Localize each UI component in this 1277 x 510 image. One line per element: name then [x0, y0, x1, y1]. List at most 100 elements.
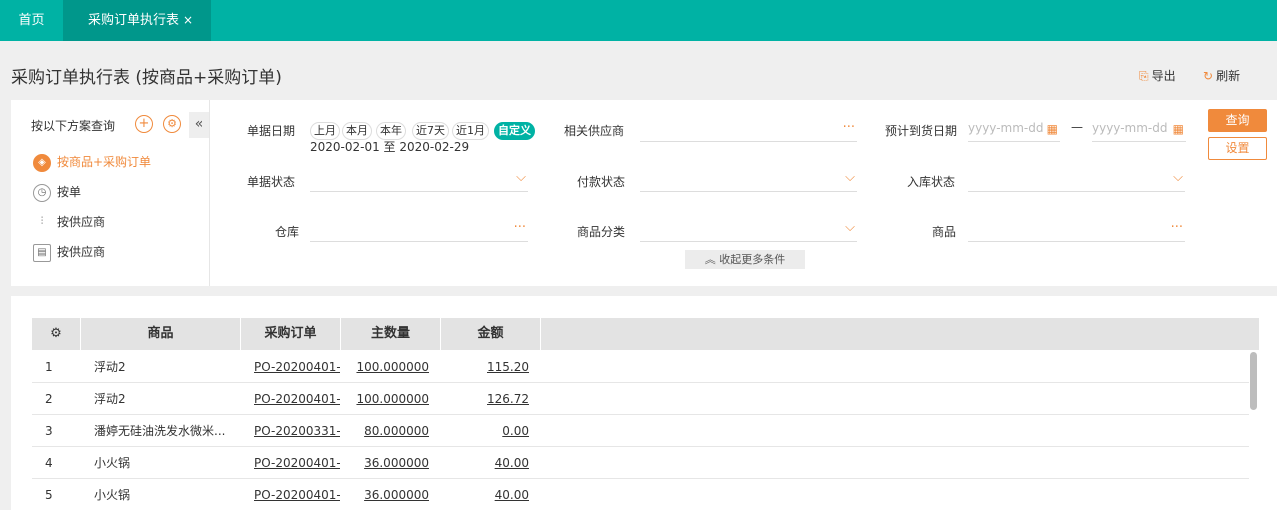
qty-link[interactable]: 80.000000	[341, 415, 429, 447]
add-scheme-icon[interactable]: +	[135, 115, 153, 133]
scheme-sidebar: 按以下方案查询 + ⚙ « ◈ 按商品+采购订单 ◷ 按单 ⫶ 按供应商 ▤ 按供应商	[11, 100, 210, 286]
doc-status-select[interactable]: ⌵	[310, 168, 528, 192]
category-select[interactable]: ⌵	[640, 218, 857, 242]
collapse-conditions-label: 收起更多条件	[719, 253, 786, 266]
export-label: 导出	[1151, 69, 1176, 83]
expected-date-end-input[interactable]: yyyy-mm-dd ▦	[1092, 118, 1186, 142]
expected-date-start-input[interactable]: yyyy-mm-dd ▦	[968, 118, 1060, 142]
stock-status-select[interactable]: ⌵	[968, 168, 1185, 192]
export-icon: ⎘	[1139, 69, 1149, 83]
scheme-item-label: 按供应商	[57, 215, 106, 229]
order-link[interactable]: PO-20200331-0	[254, 415, 340, 447]
qty-link[interactable]: 100.000000	[341, 351, 429, 383]
expected-date-label: 预计到货日期	[885, 124, 958, 138]
table-row[interactable]: 1 浮动2 PO-20200401-0 100.000000 115.20	[32, 351, 1249, 383]
category-label: 商品分类	[577, 225, 626, 239]
warehouse-field[interactable]: ···	[310, 218, 528, 242]
order-link[interactable]: PO-20200401-0	[254, 351, 340, 383]
product-cell: 潘婷无硅油洗发水微米...	[94, 424, 226, 438]
tab-home-label: 首页	[18, 13, 45, 28]
qty-link[interactable]: 36.000000	[341, 479, 429, 510]
scheme-settings-icon[interactable]: ⚙	[163, 115, 181, 133]
date-placeholder: yyyy-mm-dd	[1092, 121, 1168, 135]
product-cell: 浮动2	[94, 360, 126, 374]
stock-status-label: 入库状态	[907, 175, 956, 189]
chevron-down-icon: ⌵	[1173, 170, 1183, 185]
table-row[interactable]: 5 小火锅 PO-20200401-0 36.000000 40.00	[32, 479, 1249, 510]
date-range-text: 2020-02-01 至 2020-02-29	[310, 140, 470, 154]
refresh-button[interactable]: ↻ 刷新	[1203, 67, 1240, 84]
date-placeholder: yyyy-mm-dd	[968, 121, 1044, 135]
more-dots-icon[interactable]: ···	[514, 220, 526, 235]
scheme-item-product-order[interactable]: ◈ 按商品+采购订单	[33, 151, 151, 173]
table-row[interactable]: 2 浮动2 PO-20200401-0 100.000000 126.72	[32, 383, 1249, 415]
amount-link[interactable]: 0.00	[441, 415, 529, 447]
settings-button[interactable]: 设置	[1208, 137, 1267, 160]
product-cell: 浮动2	[94, 392, 126, 406]
chevron-down-icon: ⌵	[845, 220, 855, 235]
product-label: 商品	[932, 225, 957, 239]
page-title: 采购订单执行表 (按商品+采购订单)	[11, 68, 282, 88]
scheme-item-by-supplier[interactable]: ⫶ 按供应商	[33, 211, 105, 233]
card-icon: ▤	[33, 243, 51, 262]
supplier-field[interactable]: ···	[640, 118, 857, 142]
collapse-sidebar-icon[interactable]: «	[189, 112, 209, 138]
date-separator: —	[1071, 120, 1083, 134]
column-header-order[interactable]: 采购订单	[241, 318, 341, 350]
vertical-scrollbar[interactable]	[1250, 352, 1257, 410]
order-link[interactable]: PO-20200401-0	[254, 479, 340, 510]
calendar-icon[interactable]: ▦	[1173, 119, 1184, 139]
refresh-icon: ↻	[1203, 69, 1214, 83]
product-field[interactable]: ···	[968, 218, 1185, 242]
qty-link[interactable]: 100.000000	[341, 383, 429, 415]
column-settings-icon[interactable]: ⚙	[32, 318, 81, 350]
tab-home[interactable]: 首页	[0, 0, 63, 41]
row-number: 3	[45, 424, 53, 438]
collapse-conditions-button[interactable]: ︽ 收起更多条件	[685, 250, 805, 269]
scheme-item-label: 按供应商	[57, 245, 106, 259]
amount-link[interactable]: 126.72	[441, 383, 529, 415]
more-dots-icon[interactable]: ···	[843, 120, 855, 135]
more-dots-icon[interactable]: ···	[1171, 220, 1183, 235]
table-row[interactable]: 4 小火锅 PO-20200401-0 36.000000 40.00	[32, 447, 1249, 479]
tab-purchase-order-label: 采购订单执行表	[88, 13, 180, 28]
pay-status-select[interactable]: ⌵	[640, 168, 857, 192]
date-chip-custom[interactable]: 自定义	[494, 122, 535, 140]
supplier-label: 相关供应商	[564, 124, 625, 138]
scheme-item-by-order[interactable]: ◷ 按单	[33, 181, 81, 203]
amount-link[interactable]: 115.20	[441, 351, 529, 383]
top-tab-bar: 首页 采购订单执行表 ×	[0, 0, 1277, 41]
column-header-amount[interactable]: 金额	[441, 318, 541, 350]
row-number: 1	[45, 360, 53, 374]
product-cell: 小火锅	[94, 488, 131, 502]
tab-purchase-order-report[interactable]: 采购订单执行表 ×	[63, 0, 211, 41]
qty-link[interactable]: 36.000000	[341, 447, 429, 479]
chevron-down-icon: ⌵	[845, 170, 855, 185]
chevron-down-icon: ⌵	[516, 170, 526, 185]
scheme-item-label: 按商品+采购订单	[57, 155, 152, 169]
chevron-up-icon: ︽	[704, 253, 716, 266]
order-link[interactable]: PO-20200401-0	[254, 447, 340, 479]
column-header-product[interactable]: 商品	[81, 318, 241, 350]
data-grid-panel: ⚙ 商品 采购订单 主数量 金额 1 浮动2 PO-20200401-0 100…	[11, 296, 1277, 510]
scheme-item-label: 按单	[57, 185, 82, 199]
refresh-label: 刷新	[1216, 69, 1241, 83]
scheme-title: 按以下方案查询	[31, 119, 116, 133]
pay-status-label: 付款状态	[577, 175, 626, 189]
close-icon[interactable]: ×	[183, 13, 193, 27]
chart-icon: ⫶	[40, 215, 44, 227]
product-cell: 小火锅	[94, 456, 131, 470]
amount-link[interactable]: 40.00	[441, 479, 529, 510]
order-link[interactable]: PO-20200401-0	[254, 383, 340, 415]
grid-header: ⚙ 商品 采购订单 主数量 金额	[32, 318, 1259, 350]
query-button[interactable]: 查询	[1208, 109, 1267, 132]
export-button[interactable]: ⎘ 导出	[1139, 67, 1176, 84]
amount-link[interactable]: 40.00	[441, 447, 529, 479]
table-row[interactable]: 3 潘婷无硅油洗发水微米... PO-20200331-0 80.000000 …	[32, 415, 1249, 447]
doc-status-label: 单据状态	[247, 175, 296, 189]
column-header-qty[interactable]: 主数量	[341, 318, 441, 350]
calendar-icon[interactable]: ▦	[1047, 119, 1058, 139]
scheme-item-by-supplier-2[interactable]: ▤ 按供应商	[33, 241, 105, 263]
row-number: 2	[45, 392, 53, 406]
filter-panel: 按以下方案查询 + ⚙ « ◈ 按商品+采购订单 ◷ 按单 ⫶ 按供应商 ▤ 按供应商 …	[11, 100, 1277, 286]
